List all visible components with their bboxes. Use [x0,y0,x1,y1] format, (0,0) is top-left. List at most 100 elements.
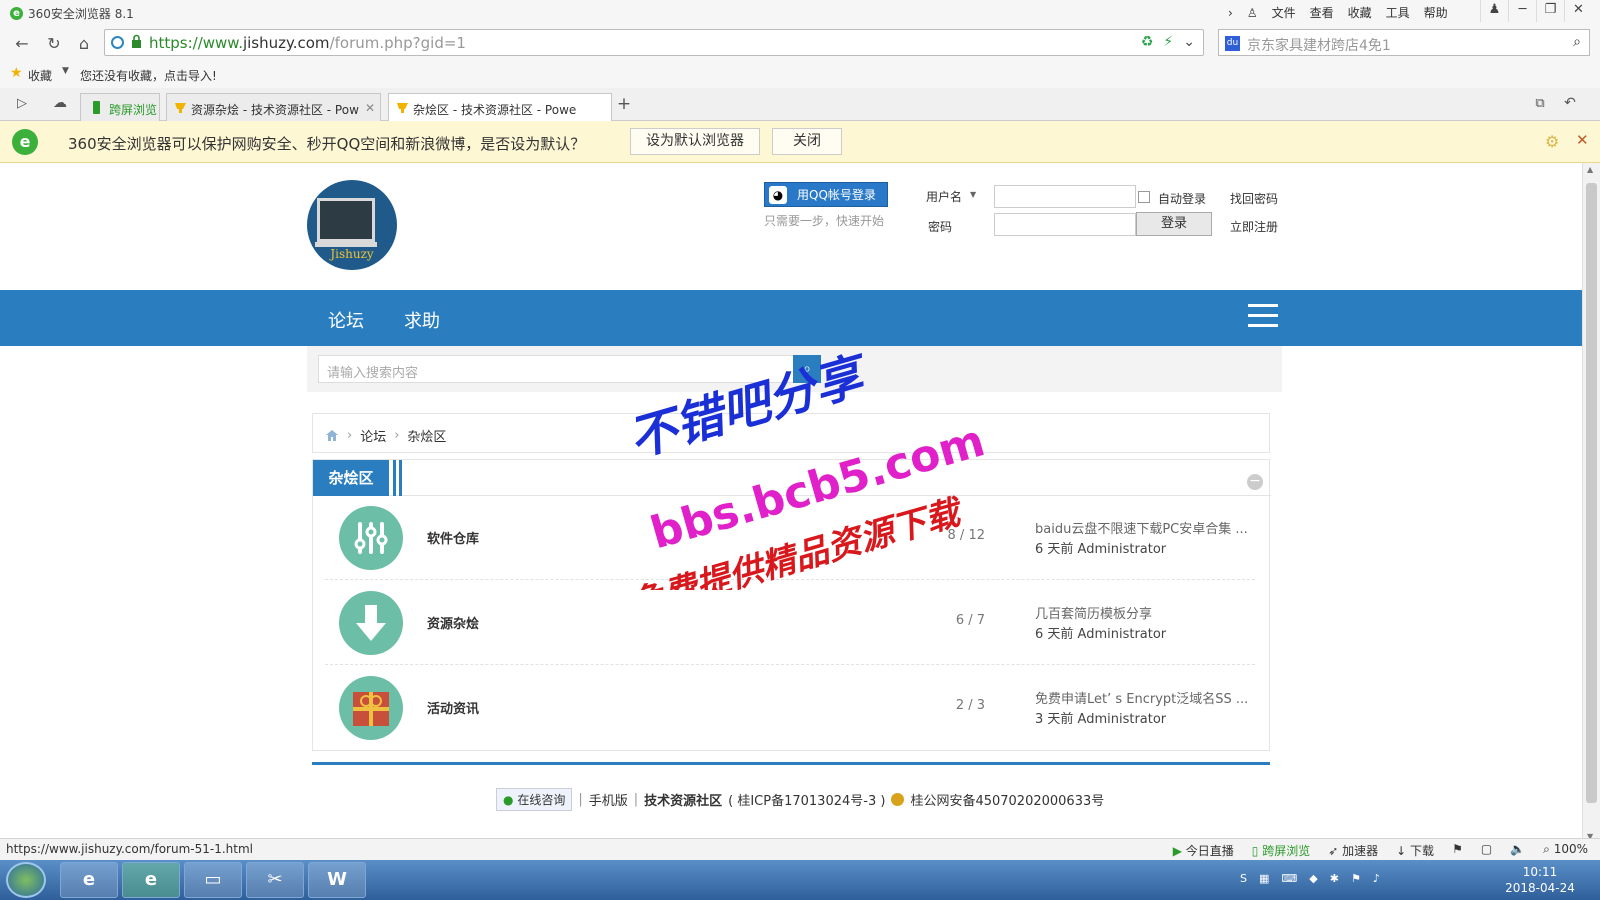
password-input[interactable] [994,213,1136,236]
back-icon[interactable]: ← [12,34,32,53]
network-icon[interactable]: ▦ [1259,872,1269,885]
close-icon[interactable]: ✕ [365,101,375,115]
forum-row[interactable]: 软件仓库 8 / 12 baidu云盘不限速下载PC安卓合集 ... 6 天前 … [325,496,1255,580]
star-icon[interactable]: ★ [10,65,23,81]
username-label[interactable]: 用户名 [926,188,962,205]
forum-row[interactable]: 活动资讯 2 / 3 免费申请Let’ s Encrypt泛域名SS ... 3… [325,666,1255,750]
360-browser-icon[interactable]: e [122,862,180,898]
menu-help[interactable]: 帮助 [1424,4,1448,21]
volume-icon[interactable]: ♪ [1373,872,1380,885]
download-arrow-icon[interactable] [339,591,403,655]
nav-forum[interactable]: 论坛 [328,307,364,333]
collapse-icon[interactable]: − [1247,474,1263,490]
notification-close-button[interactable]: 关闭 [772,128,842,155]
sliders-icon[interactable] [339,506,403,570]
address-bar[interactable]: https://www.jishuzy.com/forum.php?gid=1 … [104,29,1204,56]
menu-tools[interactable]: 工具 [1386,4,1410,21]
site-name-link[interactable]: 技术资源社区 [644,790,722,809]
chevron-down-icon[interactable]: ▼ [970,190,976,199]
dropdown-icon[interactable]: ⌄ [1183,34,1195,50]
undo-close-icon[interactable]: ↶ [1560,95,1580,111]
zoom-button[interactable]: ⌕ 100% [1543,842,1588,859]
forum-name[interactable]: 资源杂烩 [427,613,479,632]
menu-icon[interactable] [1248,304,1278,328]
search-button[interactable]: ⌕ [793,355,821,383]
auto-login-checkbox[interactable] [1138,191,1150,203]
live-button[interactable]: ▶ 今日直播 [1173,842,1234,859]
download-button[interactable]: ↓ 下载 [1396,842,1434,859]
breadcrumb-current[interactable]: 杂烩区 [407,426,446,445]
word-icon[interactable]: W [308,862,366,898]
auto-login-label[interactable]: 自动登录 [1158,190,1206,207]
chevron-down-icon[interactable]: ▼ [62,66,69,76]
cloud-icon[interactable]: ☁ [50,95,70,111]
icp-link[interactable]: ( 桂ICP备17013024号-3 ) [728,790,885,809]
find-password-link[interactable]: 找回密码 [1230,190,1278,207]
tab-resources[interactable]: 资源杂烩 - 技术资源社区 - Pow ✕ [166,93,381,121]
start-button[interactable] [6,862,46,898]
tab-zahuiqu[interactable]: 杂烩区 - 技术资源社区 - Powe [388,93,612,122]
forum-last-meta[interactable]: 3 天前 Administrator [1035,708,1166,727]
skin-icon[interactable]: ♟ [1480,0,1508,22]
close-window-button[interactable]: ✕ [1564,0,1592,22]
sidebar-icon[interactable]: ▷ [12,96,32,111]
forum-name[interactable]: 软件仓库 [427,528,479,547]
bluetooth-icon[interactable]: ✱ [1330,872,1339,885]
flag-icon[interactable]: ⚑ [1452,842,1463,859]
volume-icon[interactable]: 🔈 [1510,842,1525,859]
tab-cross-screen[interactable]: 跨屏浏览 [80,93,160,121]
close-icon[interactable]: ✕ [1576,131,1589,149]
flag-icon[interactable]: ⚑ [1351,872,1361,885]
online-consult-button[interactable]: ● 在线咨询 [496,788,573,811]
tray-app-icon[interactable]: S [1240,872,1247,885]
forum-last-post[interactable]: 几百套简历模板分享 [1035,603,1250,622]
menu-view[interactable]: 查看 [1310,4,1334,21]
search-input[interactable]: 请输入搜索内容 [318,355,798,383]
set-default-button[interactable]: 设为默认浏览器 [630,128,760,155]
mobile-link[interactable]: 手机版 [589,790,628,809]
search-icon[interactable]: ⌕ [1573,34,1581,50]
username-input[interactable] [994,185,1136,208]
gear-icon[interactable]: ⚙ [1545,132,1559,151]
search-engine-icon[interactable]: du [1225,36,1240,51]
search-engine-box[interactable]: du 京东家具建材跨店4免1 ⌕ [1218,29,1590,56]
menu-file[interactable]: 文件 [1272,4,1296,21]
forum-last-post[interactable]: baidu云盘不限速下载PC安卓合集 ... [1035,518,1250,537]
window-icon[interactable]: ▢ [1481,842,1492,859]
vertical-scrollbar[interactable]: ▲ ▼ [1582,163,1600,843]
refresh-icon[interactable]: ↻ [44,34,64,53]
forum-last-meta[interactable]: 6 天前 Administrator [1035,538,1166,557]
scrollbar-thumb[interactable] [1586,183,1597,803]
qq-login-button[interactable]: ◕ 用QQ帐号登录 [764,182,888,207]
scroll-up-icon[interactable]: ▲ [1587,165,1593,174]
keyboard-icon[interactable]: ⌨ [1281,872,1297,885]
forum-last-post[interactable]: 免费申请Let’ s Encrypt泛域名SS ... [1035,688,1250,707]
recycle-icon[interactable]: ♻ [1141,34,1154,50]
home-icon[interactable] [325,429,339,442]
accelerator-button[interactable]: ➶ 加速器 [1328,842,1378,859]
minimize-button[interactable]: ─ [1508,0,1536,22]
lightning-icon[interactable]: ⚡ [1163,34,1173,50]
folder-icon[interactable]: ▭ [184,862,242,898]
sidebar-toggle-icon[interactable]: › [1228,6,1233,20]
forum-name[interactable]: 活动资讯 [427,698,479,717]
new-tab-button[interactable]: + [614,94,634,114]
ie-icon[interactable]: e [60,862,118,898]
user-icon[interactable]: ♙ [1247,6,1258,20]
forum-row[interactable]: 资源杂烩 6 / 7 几百套简历模板分享 6 天前 Administrator [325,581,1255,665]
home-icon[interactable]: ⌂ [74,34,94,53]
police-record-link[interactable]: 桂公网安备45070202000633号 [910,790,1104,809]
gift-icon[interactable] [339,676,403,740]
login-button[interactable]: 登录 [1136,212,1212,236]
nav-help[interactable]: 求助 [404,307,440,333]
restore-tabs-icon[interactable]: ⧉ [1530,96,1550,111]
site-logo[interactable]: Jishuzy [307,180,397,270]
cross-screen-button[interactable]: ▯ 跨屏浏览 [1252,842,1310,859]
favorites-button[interactable]: 收藏 [28,67,52,84]
clock[interactable]: 10:11 2018-04-24 [1500,864,1580,896]
shield-icon[interactable]: ◆ [1309,872,1317,885]
section-title[interactable]: 杂烩区 [313,460,389,496]
tools-icon[interactable]: ✂ [246,862,304,898]
breadcrumb-forum[interactable]: 论坛 [360,426,386,445]
forum-last-meta[interactable]: 6 天前 Administrator [1035,623,1166,642]
